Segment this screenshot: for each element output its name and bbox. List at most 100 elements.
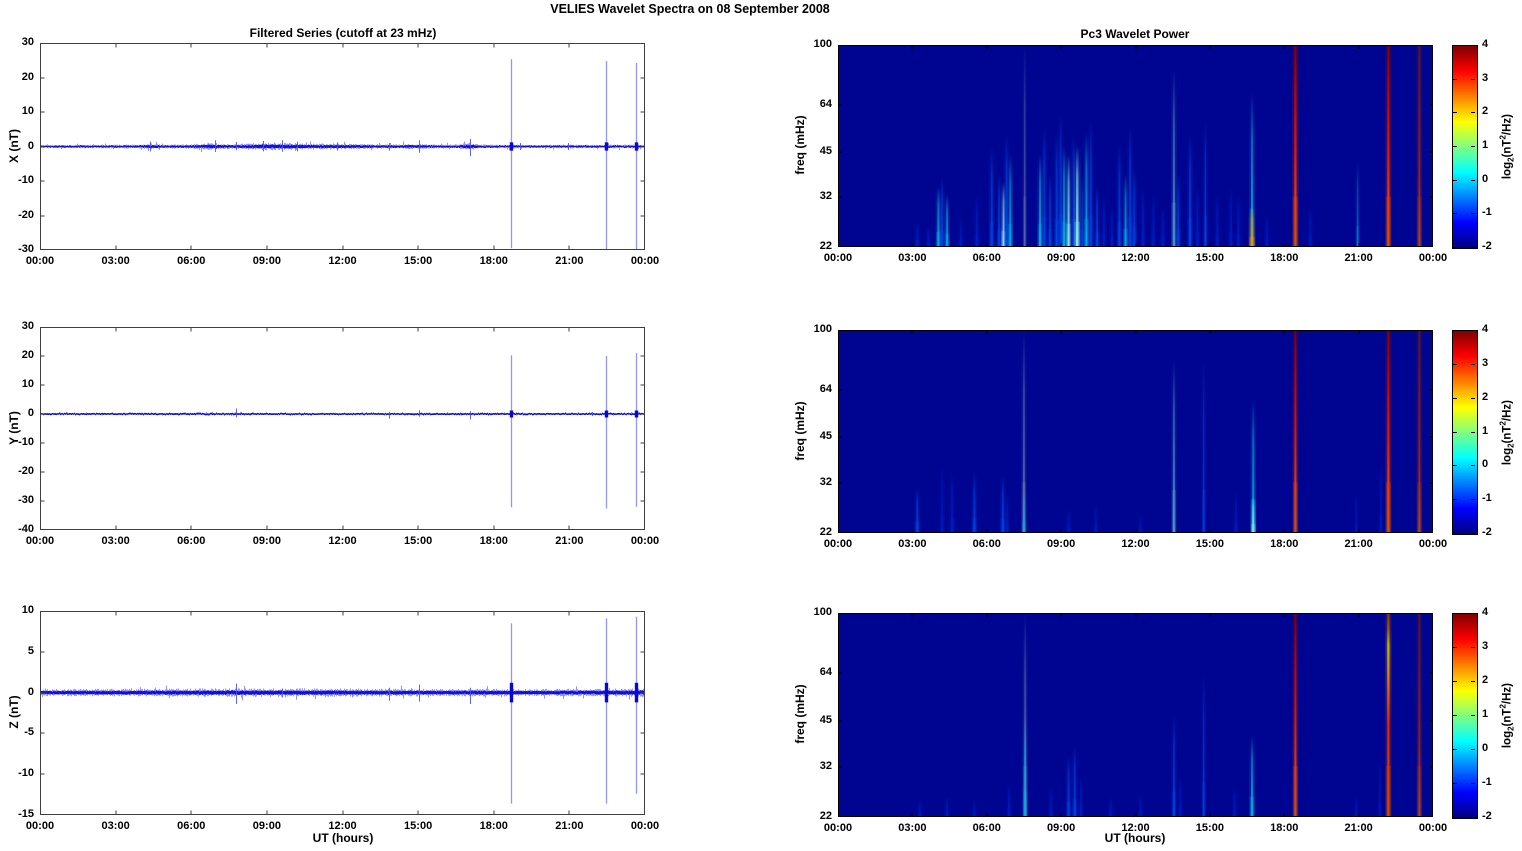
- colorbar-tick-label: -2: [1482, 810, 1492, 822]
- colorbar-tick: [1471, 715, 1475, 716]
- x-tick-label: 18:00: [479, 820, 508, 832]
- colorbar-tick-label: 3: [1482, 356, 1489, 369]
- colorbar-tick: [1471, 613, 1475, 614]
- colorbar-gradient: [1452, 45, 1478, 249]
- wavelet-column-title: Pc3 Wavelet Power: [1080, 27, 1190, 41]
- y-tick-label: 20: [21, 70, 34, 83]
- x-tick-label: 03:00: [898, 538, 927, 550]
- colorbar-tick: [1471, 247, 1475, 248]
- colorbar-tick: [1471, 749, 1475, 750]
- colorbar-tick: [1471, 112, 1475, 114]
- y-tick-label: 20: [21, 349, 34, 361]
- y-tick-label: 0: [27, 685, 34, 698]
- x-tick-label: 12:00: [1121, 538, 1150, 550]
- colorbar-tick: [1453, 397, 1457, 399]
- y-tick-label: -10: [18, 436, 34, 448]
- y-tick-label: 22: [819, 240, 832, 252]
- xlabel-timeseries: UT (hours): [312, 831, 374, 845]
- colorbar-gradient: [1452, 613, 1478, 819]
- colorbar-tick: [1453, 78, 1457, 80]
- y-tick-label: -20: [18, 465, 34, 477]
- x-tick-label: 06:00: [972, 822, 1001, 834]
- x-tick-label: 00:00: [25, 255, 55, 267]
- x-tick-label: 06:00: [177, 820, 206, 832]
- x-tick-label: 06:00: [177, 535, 206, 547]
- colorbar-tick: [1453, 213, 1457, 215]
- x-tick-label: 12:00: [1121, 822, 1150, 834]
- x-tick-label: 21:00: [1344, 538, 1373, 550]
- x-tick-label: 00:00: [1418, 822, 1448, 834]
- x-tick-label: 00:00: [25, 820, 55, 832]
- y-tick-label: 100: [813, 606, 832, 618]
- x-tick-label: 03:00: [898, 822, 927, 834]
- x-tick-label: 00:00: [1418, 538, 1448, 550]
- y-tick-label: 64: [819, 97, 832, 110]
- colorbar-tick: [1471, 179, 1475, 181]
- y-tick-label: 10: [21, 378, 34, 390]
- x-tick-label: 03:00: [101, 255, 130, 267]
- colorbar-tick: [1471, 681, 1475, 682]
- x-tick-label: 18:00: [1270, 538, 1299, 550]
- x-tick-label: 15:00: [1195, 252, 1224, 264]
- colorbar-tick: [1453, 533, 1457, 534]
- colorbar-tick-label: -1: [1482, 492, 1492, 505]
- colorbar-tick-label: 1: [1482, 424, 1489, 437]
- colorbar-tick: [1471, 783, 1475, 784]
- x-tick-label: 06:00: [972, 252, 1001, 264]
- colorbar-tick-label: 2: [1482, 674, 1489, 686]
- colorbar-tick: [1453, 715, 1457, 716]
- timeseries-plot-x: [40, 43, 645, 250]
- x-tick-label: 18:00: [1270, 252, 1299, 264]
- colorbar-gradient: [1452, 330, 1478, 535]
- colorbar-tick: [1453, 465, 1457, 467]
- colorbar-tick: [1453, 431, 1457, 433]
- colorbar-tick-label: 0: [1482, 458, 1489, 471]
- y-tick-label: 45: [819, 144, 832, 157]
- y-tick-label: 30: [21, 36, 34, 48]
- x-tick-label: 00:00: [823, 538, 853, 550]
- x-tick-label: 00:00: [630, 255, 660, 267]
- colorbar-tick: [1453, 330, 1457, 331]
- y-tick-label: -10: [18, 767, 34, 780]
- x-tick-label: 21:00: [1344, 822, 1373, 834]
- colorbar-tick-label: -1: [1482, 776, 1492, 788]
- colorbar-tick-label: -2: [1482, 240, 1492, 252]
- y-tick-label: -40: [18, 523, 34, 535]
- x-tick-label: 06:00: [177, 255, 206, 267]
- y-tick-label: 32: [819, 475, 832, 488]
- x-tick-label: 00:00: [630, 820, 660, 832]
- y-tick-label: 45: [819, 713, 832, 726]
- x-tick-label: 12:00: [328, 535, 357, 547]
- colorbar-tick: [1471, 817, 1475, 818]
- y-tick-label: 10: [21, 105, 34, 117]
- x-tick-label: 09:00: [252, 820, 281, 832]
- y-tick-label: 100: [813, 323, 832, 335]
- wavelet-spectrogram-y: [838, 330, 1433, 533]
- x-tick-label: 00:00: [823, 822, 853, 834]
- wavelet-spectrogram-x: [838, 45, 1433, 247]
- colorbar-tick: [1471, 465, 1475, 467]
- y-tick-label: -5: [24, 726, 34, 739]
- y-tick-label: 5: [27, 644, 34, 657]
- x-tick-label: 09:00: [252, 255, 281, 267]
- colorbar-tick-label: 2: [1482, 105, 1489, 118]
- x-tick-label: 18:00: [1270, 822, 1299, 834]
- y-tick-label: 22: [819, 526, 832, 538]
- timeseries-column-title: Filtered Series (cutoff at 23 mHz): [249, 26, 437, 40]
- x-tick-label: 21:00: [1344, 252, 1373, 264]
- x-tick-label: 15:00: [1195, 822, 1224, 834]
- y-tick-label: 10: [21, 604, 34, 616]
- y-tick-label: 100: [813, 38, 832, 50]
- colorbar-tick-label: 4: [1482, 606, 1489, 618]
- colorbar-tick: [1453, 112, 1457, 114]
- colorbar-tick: [1471, 397, 1475, 399]
- colorbar-tick: [1471, 45, 1475, 46]
- figure-title: VELIES Wavelet Spectra on 08 September 2…: [550, 2, 830, 16]
- x-tick-label: 00:00: [823, 252, 853, 264]
- timeseries-plot-z: [40, 611, 645, 815]
- timeseries-plot-y: [40, 327, 645, 530]
- colorbar-tick-label: 0: [1482, 172, 1489, 185]
- colorbar-tick-label: 4: [1482, 323, 1489, 335]
- colorbar-tick: [1453, 247, 1457, 248]
- y-tick-label: 32: [819, 190, 832, 202]
